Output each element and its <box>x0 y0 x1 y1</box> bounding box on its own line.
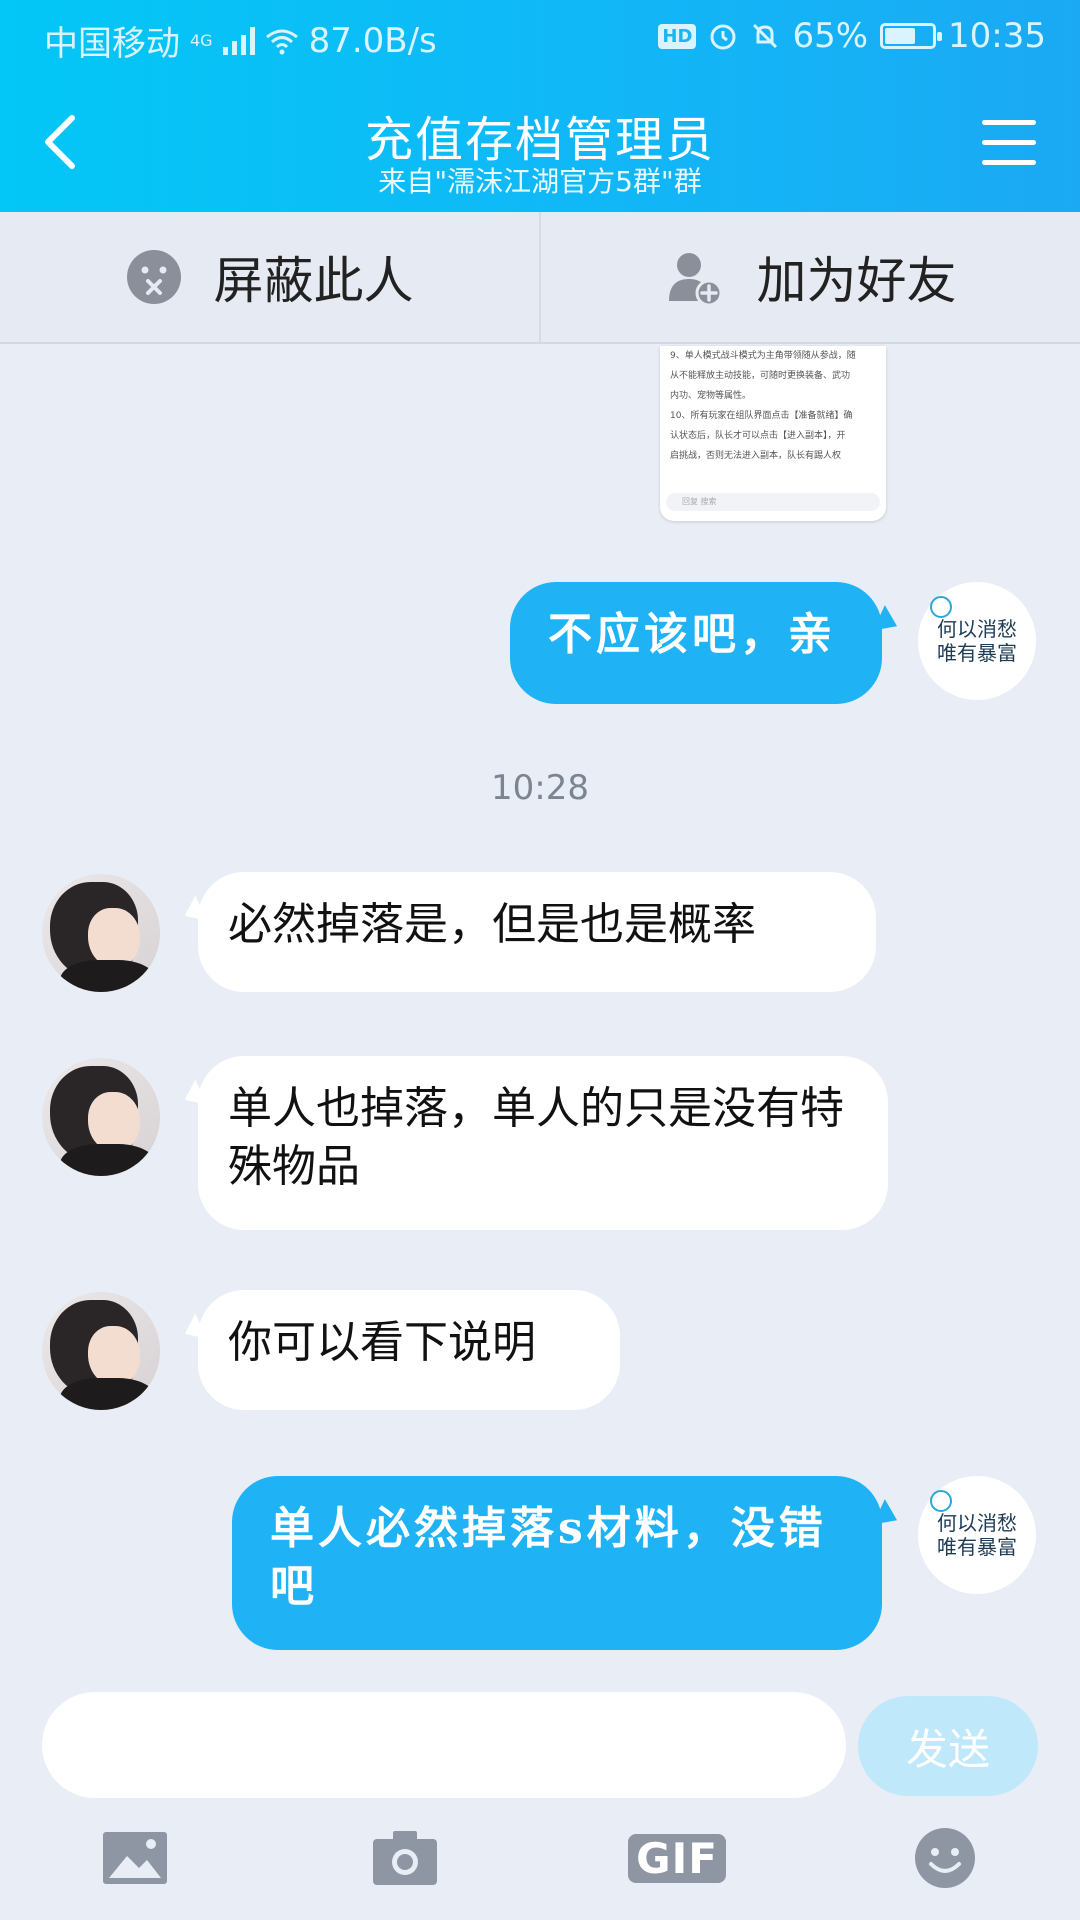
message-bubble-received[interactable]: 必然掉落是，但是也是概率 <box>198 872 876 992</box>
my-avatar-text: 唯有暴富 <box>937 641 1017 665</box>
signal-icon <box>222 26 255 55</box>
sender-avatar[interactable] <box>42 1292 160 1410</box>
battery-percent: 65% <box>792 16 869 56</box>
my-avatar[interactable]: 何以消愁 唯有暴富 <box>918 1476 1036 1594</box>
message-timestamp: 10:28 <box>491 768 589 808</box>
my-avatar[interactable]: 何以消愁 唯有暴富 <box>918 582 1036 700</box>
battery-icon <box>880 23 943 49</box>
add-friend-label: 加为好友 <box>756 252 957 310</box>
preview-line: 从不能释放主动技能，可随时更换装备、武功 <box>670 371 851 381</box>
camera-icon <box>373 1831 437 1885</box>
sun-icon <box>930 1490 952 1512</box>
wifi-icon <box>265 29 298 54</box>
smiley-icon <box>915 1828 975 1888</box>
message-list[interactable]: 9、单人模式战斗模式为主角带领随从参战，随 从不能释放主动技能，可随时更换装备、… <box>0 346 1080 1676</box>
gif-label: GIF <box>628 1833 726 1883</box>
toolbar: GIF <box>0 1810 1080 1920</box>
hamburger-icon <box>982 120 1036 125</box>
mute-bell-icon <box>753 23 778 49</box>
block-user-label: 屏蔽此人 <box>213 252 414 310</box>
input-bar: 发送 GIF <box>0 1676 1080 1920</box>
preview-line: 10、所有玩家在组队界面点击【准备就绪】确 <box>670 411 853 421</box>
message-bubble-sent[interactable]: 不应该吧，亲 <box>510 582 882 704</box>
network-type: 4G <box>190 31 213 50</box>
preview-line: 启挑战，否则无法进入副本，队长有踢人权 <box>670 451 842 461</box>
image-message-preview[interactable]: 9、单人模式战斗模式为主角带领随从参战，随 从不能释放主动技能，可随时更换装备、… <box>660 346 886 521</box>
add-friend-icon <box>668 253 722 307</box>
photo-button[interactable] <box>100 1828 170 1888</box>
carrier-name: 中国移动 <box>44 24 180 64</box>
my-avatar-text: 唯有暴富 <box>937 1535 1017 1559</box>
network-speed: 87.0B/s <box>308 20 437 61</box>
sender-avatar[interactable] <box>42 1058 160 1176</box>
block-user-button[interactable]: 屏蔽此人 <box>0 212 539 342</box>
message-bubble-sent[interactable]: 单人必然掉落s材料，没错吧 <box>232 1476 882 1650</box>
menu-button[interactable] <box>982 120 1036 168</box>
image-icon <box>103 1832 167 1884</box>
my-avatar-text: 何以消愁 <box>937 617 1017 641</box>
preview-line: 9、单人模式战斗模式为主角带领随从参战，随 <box>670 351 856 361</box>
header: 中国移动 4G 87.0B/s HD 65% 10:35 充值存档管理员 来自"… <box>0 0 1080 212</box>
preview-line: 认状态后，队长才可以点击【进入副本】，开 <box>670 431 846 441</box>
status-bar: 中国移动 4G 87.0B/s HD 65% 10:35 <box>0 0 1080 74</box>
message-bubble-received[interactable]: 单人也掉落，单人的只是没有特殊物品 <box>198 1056 888 1230</box>
preview-line: 内功、宠物等属性。 <box>670 391 752 401</box>
preview-search-bar: 回复 搜索 <box>666 493 880 511</box>
message-input[interactable] <box>42 1692 846 1798</box>
clock: 10:35 <box>948 16 1046 56</box>
message-bubble-received[interactable]: 你可以看下说明 <box>198 1290 620 1410</box>
emoji-button[interactable] <box>910 1828 980 1888</box>
sun-icon <box>930 596 952 618</box>
chat-subtitle: 来自"濡沫江湖官方5群"群 <box>378 165 702 198</box>
gif-button[interactable]: GIF <box>628 1828 726 1888</box>
my-avatar-text: 何以消愁 <box>937 1511 1017 1535</box>
block-face-icon <box>126 250 181 304</box>
add-friend-button[interactable]: 加为好友 <box>539 212 1080 342</box>
action-bar: 屏蔽此人 加为好友 <box>0 212 1080 344</box>
camera-button[interactable] <box>370 1828 440 1888</box>
sender-avatar[interactable] <box>42 874 160 992</box>
chat-screen: 中国移动 4G 87.0B/s HD 65% 10:35 充值存档管理员 来自"… <box>0 0 1080 1920</box>
send-button[interactable]: 发送 <box>858 1696 1038 1796</box>
hd-badge: HD <box>658 23 697 49</box>
alarm-icon <box>710 24 736 50</box>
